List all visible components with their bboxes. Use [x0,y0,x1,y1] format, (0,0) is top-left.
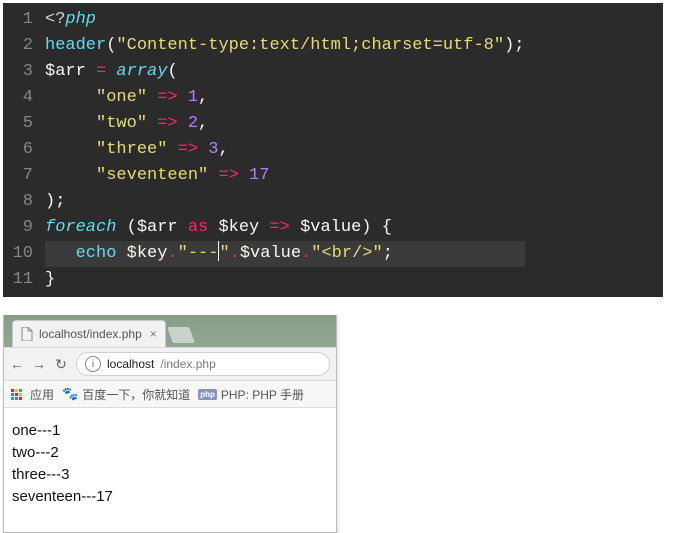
line-number: 9 [9,215,33,241]
code-line[interactable]: ); [45,189,525,215]
line-number: 7 [9,163,33,189]
line-number: 10 [9,241,33,267]
php-icon: php [198,389,217,400]
code-line[interactable]: "seventeen" => 17 [45,163,525,189]
output-line: three---3 [12,464,328,486]
paw-icon: 🐾 [62,386,78,402]
code-line[interactable]: <?php [45,7,525,33]
bookmark-php[interactable]: phpPHP: PHP 手册 [198,386,304,403]
reload-button[interactable]: ↻ [54,356,68,373]
code-line[interactable]: header("Content-type:text/html;charset=u… [45,33,525,59]
line-number: 3 [9,59,33,85]
close-icon[interactable]: × [150,327,157,341]
forward-button[interactable]: → [32,356,46,372]
tab-bar: localhost/index.php × [4,315,336,347]
line-number: 5 [9,111,33,137]
code-line[interactable]: } [45,267,525,293]
code-editor[interactable]: 1234567891011 <?phpheader("Content-type:… [3,3,663,297]
address-bar: ← → ↻ i localhost/index.php [4,347,336,381]
url-path: /index.php [160,357,215,371]
bookmarks-bar: 应用 🐾百度一下，你就知道 phpPHP: PHP 手册 [4,381,336,408]
tab-title: localhost/index.php [39,327,142,341]
page-output: one---1two---2three---3seventeen---17 [4,408,336,532]
code-line[interactable]: foreach ($arr as $key => $value) { [45,215,525,241]
code-line[interactable]: $arr = array( [45,59,525,85]
line-number: 2 [9,33,33,59]
output-line: one---1 [12,420,328,442]
output-line: two---2 [12,442,328,464]
line-number-gutter: 1234567891011 [3,7,43,293]
url-input[interactable]: i localhost/index.php [76,352,330,376]
code-line[interactable]: "three" => 3, [45,137,525,163]
browser-window: localhost/index.php × ← → ↻ i localhost/… [3,315,337,533]
code-area[interactable]: <?phpheader("Content-type:text/html;char… [43,7,525,293]
browser-tab[interactable]: localhost/index.php × [12,320,166,347]
apps-icon[interactable] [10,388,22,400]
bookmark-baidu[interactable]: 🐾百度一下，你就知道 [62,386,190,403]
file-icon [21,327,33,341]
line-number: 6 [9,137,33,163]
code-line[interactable]: echo $key."---".$value."<br/>"; [45,241,525,267]
line-number: 1 [9,7,33,33]
back-button[interactable]: ← [10,356,24,372]
line-number: 8 [9,189,33,215]
code-line[interactable]: "one" => 1, [45,85,525,111]
info-icon[interactable]: i [85,356,101,372]
code-line[interactable]: "two" => 2, [45,111,525,137]
new-tab-button[interactable] [167,327,195,343]
line-number: 11 [9,267,33,293]
url-host: localhost [107,357,154,371]
bookmark-apps[interactable]: 应用 [30,386,54,403]
line-number: 4 [9,85,33,111]
